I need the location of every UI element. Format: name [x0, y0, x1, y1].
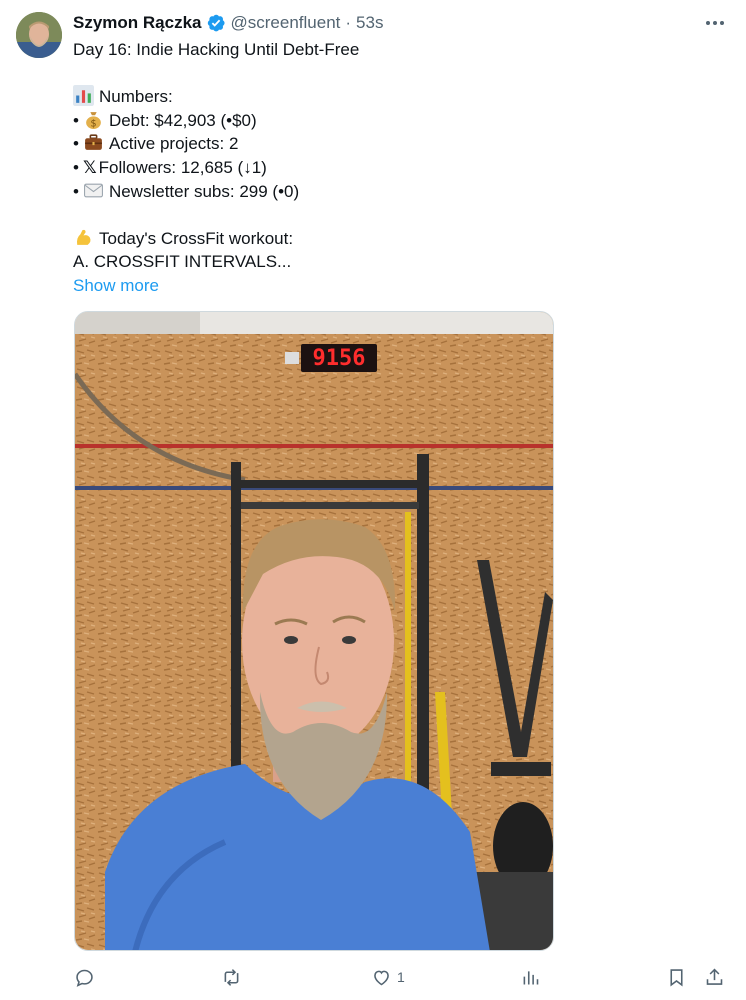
svg-text:$: $ [90, 118, 96, 129]
avatar-image [16, 12, 62, 58]
reply-icon [76, 969, 93, 987]
stat-followers: • 𝕏 Followers: 12,685 (↓1) [73, 156, 713, 180]
money-bag-icon: $ [86, 111, 101, 129]
envelope-icon [84, 183, 103, 197]
stat-debt-text: Debt: $42,903 (•$0) [108, 110, 257, 130]
show-more-link[interactable]: Show more [73, 276, 159, 295]
like-button[interactable]: 1 [371, 963, 405, 991]
author-handle[interactable]: @screenfluent [231, 13, 341, 33]
numbers-heading: Numbers: [73, 85, 713, 109]
bullet: • [73, 110, 79, 130]
stat-projects: • Active projects: 2 [73, 132, 713, 156]
gym-selfie-image: 9156 [75, 312, 553, 950]
like-count: 1 [397, 969, 405, 985]
bullet: • [73, 181, 79, 201]
bullet: • [73, 157, 79, 177]
bookmark-icon [670, 968, 683, 987]
separator: · [345, 13, 352, 32]
workout-heading-text: Today's CrossFit workout: [99, 228, 294, 248]
stat-newsletter-text: Newsletter subs: 299 (•0) [108, 181, 300, 201]
stat-followers-text: Followers: 12,685 (↓1) [98, 157, 267, 177]
more-options-icon[interactable] [700, 10, 730, 36]
heart-icon [374, 970, 389, 985]
tweet: Szymon Rączka @screenfluent · 53s Day 16… [0, 0, 746, 1000]
post-title-line: Day 16: Indie Hacking Until Debt-Free [73, 40, 360, 59]
repost-button[interactable] [221, 963, 247, 991]
workout-line: A. CROSSFIT INTERVALS... [73, 252, 292, 272]
bookmark-button[interactable] [666, 963, 687, 991]
views-button[interactable] [520, 963, 546, 991]
repost-icon [224, 968, 239, 986]
share-icon [706, 968, 723, 985]
action-bar: 1 [0, 963, 746, 991]
briefcase-icon [85, 134, 102, 151]
share-button[interactable] [704, 963, 725, 991]
bullet: • [73, 134, 79, 154]
avatar[interactable] [16, 12, 62, 58]
author-name[interactable]: Szymon Rączka [73, 13, 202, 33]
x-logo-icon: 𝕏 [82, 157, 97, 177]
workout-heading: Today's CrossFit workout: [73, 227, 713, 251]
stat-debt: • $ Debt: $42,903 (•$0) [73, 109, 713, 133]
reply-button[interactable] [74, 963, 100, 991]
post-time[interactable]: 53s [356, 13, 383, 33]
views-chart-icon [523, 970, 539, 984]
stat-newsletter: • Newsletter subs: 299 (•0) [73, 180, 713, 204]
svg-text:9156: 9156 [313, 346, 366, 371]
wall-clock-display: 9156 [313, 346, 366, 371]
post-header: Szymon Rączka @screenfluent · 53s [73, 12, 383, 34]
verified-badge-icon [207, 14, 225, 32]
bar-chart-icon [73, 85, 94, 107]
post-text: Day 16: Indie Hacking Until Debt-Free Nu… [73, 38, 713, 298]
numbers-heading-text: Numbers: [99, 87, 173, 107]
stat-projects-text: Active projects: 2 [108, 134, 239, 154]
post-photo[interactable]: 9156 [74, 311, 554, 951]
flexed-biceps-icon [76, 229, 91, 245]
